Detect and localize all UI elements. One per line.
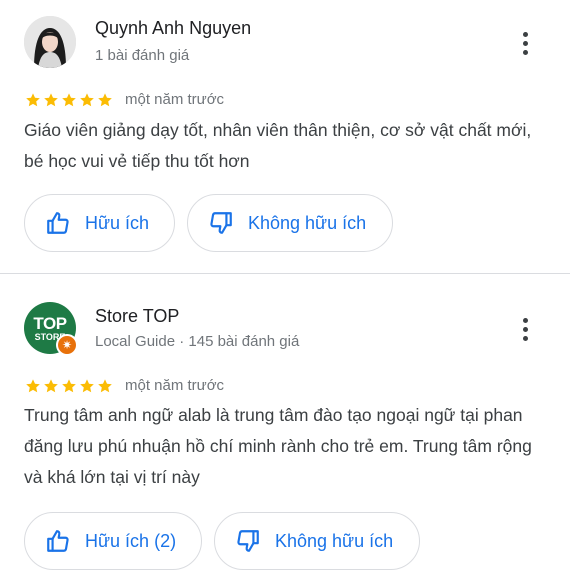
thumb-up-icon <box>47 530 69 552</box>
local-guide-badge-icon: ✷ <box>56 334 78 356</box>
star-icon <box>44 379 58 393</box>
helpful-button[interactable]: Hữu ích <box>24 194 175 252</box>
star-rating <box>25 378 113 394</box>
review-card: Quynh Anh Nguyen 1 bài đánh giá một năm … <box>0 0 570 273</box>
review-card: TOP STORE ✷ Store TOP Local Guide · 145 … <box>0 274 570 580</box>
avatar[interactable]: TOP STORE ✷ <box>24 302 78 356</box>
review-text: Giáo viên giảng dạy tốt, nhân viên thân … <box>24 120 532 171</box>
review-text: Trung tâm anh ngữ alab là trung tâm đào … <box>24 405 532 487</box>
star-icon <box>62 379 76 393</box>
star-icon <box>80 93 94 107</box>
more-options-button[interactable] <box>512 312 538 346</box>
profile-photo <box>24 16 76 68</box>
star-icon <box>62 93 76 107</box>
not-helpful-button[interactable]: Không hữu ích <box>187 194 393 252</box>
star-icon <box>26 379 40 393</box>
author-name[interactable]: Store TOP <box>95 306 179 327</box>
star-icon <box>98 379 112 393</box>
more-vert-dot <box>522 326 528 332</box>
thumb-up-icon <box>47 212 69 234</box>
not-helpful-button[interactable]: Không hữu ích <box>214 512 420 570</box>
more-vert-icon <box>522 317 528 323</box>
star-icon <box>98 93 112 107</box>
helpful-label: Hữu ích <box>85 212 150 233</box>
author-meta: Local Guide · 145 bài đánh giá <box>95 333 300 350</box>
more-vert-dot <box>522 49 528 55</box>
thumb-down-icon <box>237 530 259 552</box>
avatar[interactable] <box>24 16 76 68</box>
star-icon <box>26 93 40 107</box>
author-meta: 1 bài đánh giá <box>95 47 190 64</box>
star-icon <box>80 379 94 393</box>
more-options-button[interactable] <box>512 26 538 60</box>
author-name[interactable]: Quynh Anh Nguyen <box>95 18 251 39</box>
helpful-label: Hữu ích (2) <box>85 530 177 551</box>
helpful-button[interactable]: Hữu ích (2) <box>24 512 202 570</box>
not-helpful-label: Không hữu ích <box>275 530 394 551</box>
review-time: một năm trước <box>125 377 225 394</box>
star-rating <box>25 92 113 108</box>
logo-text-top: TOP <box>33 313 67 333</box>
thumb-down-icon <box>210 212 232 234</box>
more-vert-dot <box>522 40 528 46</box>
more-vert-dot <box>522 335 528 341</box>
review-time: một năm trước <box>125 91 225 108</box>
more-vert-icon <box>522 31 528 37</box>
not-helpful-label: Không hữu ích <box>248 212 367 233</box>
star-icon <box>44 93 58 107</box>
